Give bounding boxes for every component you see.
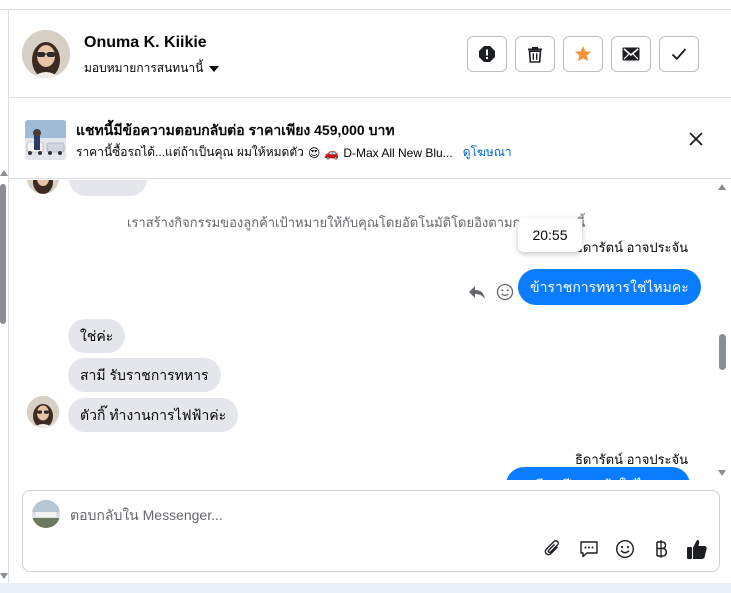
message-bubble-incoming[interactable]: ใช่ค่ะ [68,319,126,353]
mark-unread-button[interactable] [611,36,651,72]
like-button[interactable] [685,537,709,561]
header-actions [467,36,699,72]
message-input[interactable] [70,503,670,527]
scroll-up-arrow-icon[interactable] [0,170,8,176]
contact-name: Onuma K. Kiikie [84,34,207,51]
reply-icon [469,286,485,299]
scroll-up-arrow-icon[interactable] [718,184,726,190]
reply-composer [22,490,720,572]
delete-button[interactable] [515,36,555,72]
timestamp-tooltip: 20:55 [518,218,582,252]
reply-button[interactable] [465,280,489,304]
conversation-panel: Onuma K. Kiikie มอบหมายการสนทนานี้ แชทนี… [8,10,731,583]
chat-bubble-icon [580,541,598,558]
sender-name: ธิดารัตน์ อาจประจัน [575,240,689,255]
scrollbar-thumb[interactable] [719,334,726,370]
emoji-car: 🚗 [324,145,340,160]
spam-icon [479,46,495,62]
composer-toolbar [541,537,709,561]
page-scrollbar[interactable] [0,170,8,585]
scrollbar-thumb[interactable] [0,184,6,324]
star-button[interactable] [563,36,603,72]
page-avatar [32,500,60,528]
message-bubble-outgoing[interactable]: ข้าราชการทหารใช่ไหมคะ [518,269,701,305]
ad-title: แชทนี้มีข้อความตอบกลับต่อ ราคาเพียง 459,… [76,122,395,138]
message-bubble-incoming[interactable]: ตัวกิ๊ ทำงานการไฟฟ้าค่ะ [68,398,239,432]
message-bubble-outgoing-cut[interactable]: สามีขนปีเขาแล้วใช่ไหมคะ [506,467,691,480]
baht-icon [656,540,668,558]
mark-spam-button[interactable] [467,36,507,72]
scroll-down-arrow-icon[interactable] [718,470,726,476]
assign-conversation-dropdown[interactable]: มอบหมายการสนทนานี้ [84,59,220,78]
react-button[interactable] [493,280,517,304]
emoji-button[interactable] [613,537,637,561]
star-icon [575,46,591,62]
message-thread: เราสร้างกิจกรรมของลูกค้าเป้าหมายให้กับคุ… [9,180,721,480]
top-edge [0,0,731,10]
attach-button[interactable] [541,537,565,561]
check-icon [671,48,687,61]
ad-subtitle-tail: D-Max All New Blu... [343,145,453,160]
close-icon [689,132,703,146]
ad-subtitle: ราคานี้ซื้อรถได้...แต่ถ้าเป็นคุณ ผมให้หม… [76,143,512,162]
mail-icon [622,47,640,61]
conversation-header: Onuma K. Kiikie มอบหมายการสนทนานี้ [9,10,731,98]
ad-subtitle-text: ราคานี้ซื้อรถได้...แต่ถ้าเป็นคุณ ผมให้หม… [76,145,304,159]
page-footer-strip [0,583,731,593]
saved-replies-button[interactable] [577,537,601,561]
thumbs-up-icon [687,540,707,559]
ad-thumbnail[interactable] [25,120,66,160]
message-bubble-incoming-cut[interactable] [69,180,147,196]
system-note: เราสร้างกิจกรรมของลูกค้าเป้าหมายให้กับคุ… [127,215,586,230]
emoji-heart-eyes: 😍 [307,145,321,160]
smiley-icon [496,283,514,301]
mark-done-button[interactable] [659,36,699,72]
ad-context-banner: แชทนี้มีข้อความตอบกลับต่อ ราคาเพียง 459,… [9,98,731,179]
trash-icon [528,47,542,63]
payment-button[interactable] [649,537,673,561]
view-ad-link[interactable]: ดูโฆษณา [463,143,512,162]
message-bubble-incoming[interactable]: สามี รับราชการทหาร [68,358,221,392]
scroll-down-arrow-icon[interactable] [0,573,8,579]
thread-scrollbar[interactable] [717,182,727,478]
contact-avatar-small [27,180,59,194]
assign-label: มอบหมายการสนทนานี้ [84,61,204,75]
contact-avatar[interactable] [22,30,70,78]
close-banner-button[interactable] [685,128,707,150]
chevron-down-icon [209,65,220,72]
smiley-icon [615,539,635,559]
contact-avatar-small[interactable] [27,396,59,428]
message-hover-actions [465,280,517,304]
paperclip-icon [544,540,559,556]
